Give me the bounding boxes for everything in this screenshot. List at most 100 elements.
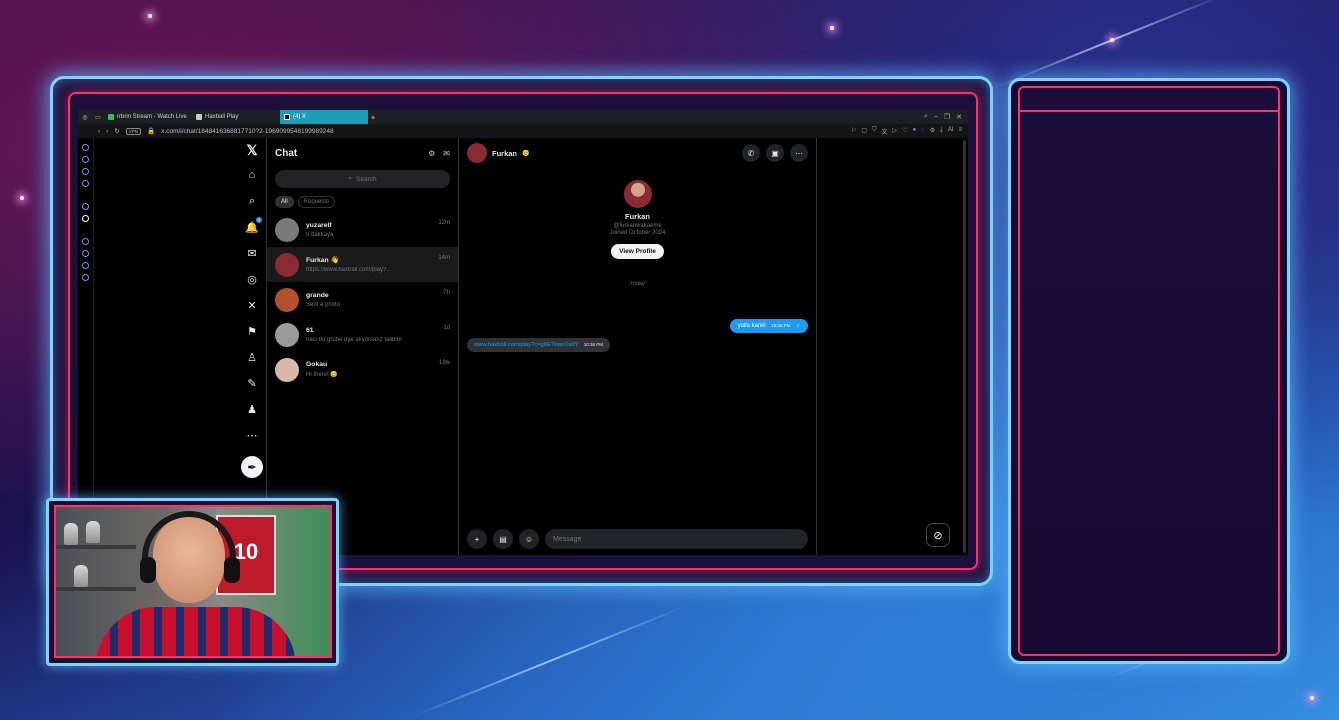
contact-avatar[interactable] [467,143,487,163]
message-outgoing[interactable]: yolla kanki 10:36 PM ✓ [729,319,808,333]
conversation-item[interactable]: grande Sent a photo 7h [267,282,458,317]
background-spark [1110,38,1114,42]
conversation-name: Gokau [306,361,328,368]
browser-menu-icon[interactable]: ◎ [78,114,92,121]
download-icon[interactable]: ⤓ [940,127,943,136]
tab-kick-stream[interactable]: rrbrin Stream - Watch Live [104,110,192,124]
notifications-icon[interactable]: 🔔 4 [239,214,265,240]
verified-emoji-icon: 😊 [522,150,530,157]
search-glyph: ⌕ [248,194,256,207]
snapshot-icon[interactable]: ▢ [861,127,867,136]
extensions-bar: ⚐ ▢ ⛉ 文 ▷ ♡ ● ◌ ⚙ ⤓ AI ≡ [851,127,968,136]
call-icon[interactable]: ✆ [742,144,760,162]
url-field[interactable]: x.com/i/chat/1848416368817710?2-19690995… [161,128,333,135]
message-link[interactable]: www.haxball.com/play?c=g6E7kweXsdY [474,342,578,348]
chat-settings-icon[interactable]: ⚙ [428,149,435,158]
menu-icon[interactable]: ≡ [958,127,962,136]
grok-button-icon[interactable]: ⊘ [926,523,950,547]
conversation-text: grande Sent a photo [306,292,450,308]
tab-x[interactable]: (4) X [280,110,368,124]
sidebar-whatsapp-icon[interactable] [82,168,89,175]
edit-icon[interactable]: ✎ [239,370,265,396]
chat-search-input[interactable]: ⌕ Search [275,170,450,188]
forward-icon[interactable]: › [106,128,108,135]
grok-glyph: ◎ [247,273,257,286]
search-icon[interactable]: ⌕ [239,188,265,214]
filter-requests[interactable]: Requests [297,196,336,208]
sidebar-history-icon[interactable] [82,144,89,151]
home-glyph: ⌂ [248,169,256,181]
grok-icon[interactable]: ◎ [239,266,265,292]
view-profile-button[interactable]: View Profile [611,244,664,259]
conversation-time: 1d [443,325,450,331]
profile-icon[interactable]: ♟ [239,396,265,422]
message-incoming[interactable]: www.haxball.com/play?c=g6E7kweXsdY 10:36… [467,338,611,352]
conversation-text: 61 haci bu grube üye alıyorsanz talibim [306,327,450,343]
search-placeholder: Search [356,175,377,183]
contact-name[interactable]: Furkan [492,149,517,158]
extension-blue-icon[interactable]: ● [913,127,917,136]
new-tab-button[interactable]: + [368,113,378,122]
lock-icon: 🔒 [147,128,156,135]
trophy-shelf [56,587,136,591]
x-logo-icon[interactable]: 𝕏 [239,138,265,162]
shield-icon[interactable]: ⛉ [872,127,877,136]
vpn-badge[interactable]: VPN [125,127,142,135]
back-icon[interactable]: ‹ [98,128,100,135]
translate-icon[interactable]: 文 [882,127,888,136]
profile-handle: @furkanwakaeme [613,223,662,229]
tab-list-icon[interactable]: ▭ [92,114,104,121]
more-icon[interactable]: ⋯ [239,422,265,448]
conversation-item[interactable]: Furkan 👋 https://www.haxball.com/play?...… [267,247,458,282]
emoji-icon[interactable]: ☺ [519,529,539,549]
headset-ear-left [140,557,156,583]
x-premium-icon[interactable]: ✕ [239,292,265,318]
sidebar-player-icon[interactable] [82,238,89,245]
filter-all[interactable]: All [275,196,294,208]
sidebar-x-icon[interactable] [82,215,89,222]
conversation-preview: Hi there! 😊 [306,372,338,378]
video-call-icon[interactable]: ▣ [766,144,784,162]
profile-joined: Joined October 2024 [609,230,666,236]
messages-icon[interactable]: ✉ [239,240,265,266]
ai-button[interactable]: AI [948,127,954,136]
bookmark-icon[interactable]: ⚐ [851,127,856,136]
more-glyph: ⋯ [246,429,258,442]
conversation-item[interactable]: Gokau Hi there! 😊 19w [267,352,458,387]
sidebar-messenger-icon[interactable] [82,180,89,187]
play-icon[interactable]: ▷ [893,127,898,136]
webcam-feed: 10 [54,505,332,658]
gif-icon[interactable]: ▤ [493,529,513,549]
bookmarks-icon[interactable]: ⚑ [239,318,265,344]
messenger-icon[interactable]: ◌ [921,127,925,136]
sidebar-discord-icon[interactable] [82,203,89,210]
reload-icon[interactable]: ↻ [114,127,119,135]
conversation-pane: Furkan 😊 ✆ ▣ ⋯ Furkan @furkanwakaeme Joi… [459,138,817,555]
conversation-item[interactable]: yuzarelf 5 dakkaya 12m [267,212,458,247]
conversation-name: 61 [306,326,314,334]
message-input[interactable] [545,529,808,549]
conversation-item[interactable]: 61 haci bu grube üye alıyorsanz talibim 1d [267,317,458,352]
add-attachment-icon[interactable]: + [467,529,487,549]
search-tabs-icon[interactable]: ⌕ [924,113,928,121]
sidebar-chat-icon[interactable] [82,262,89,269]
maximize-icon[interactable]: ❐ [944,113,950,121]
sidebar-clock-icon[interactable] [82,250,89,257]
communities-icon[interactable]: ♙ [239,344,265,370]
home-icon[interactable]: ⌂ [239,162,265,188]
trophy [64,523,78,545]
new-message-icon[interactable]: ✉ [443,149,450,158]
heart-icon[interactable]: ♡ [902,127,907,136]
minimize-icon[interactable]: – [934,113,938,121]
conversation-text: yuzarelf 5 dakkaya [306,222,450,238]
page-scrollbar[interactable] [963,140,966,553]
more-options-icon[interactable]: ⋯ [790,144,808,162]
sidebar-bookmarks-icon[interactable] [82,156,89,163]
tab-haxball[interactable]: Haxball Play [192,110,280,124]
communities-glyph: ♙ [247,351,257,364]
settings-icon[interactable]: ⚙ [930,127,935,136]
sidebar-settings-icon[interactable] [82,274,89,281]
close-icon[interactable]: ✕ [956,113,962,121]
background-spark [830,26,834,30]
compose-post-button[interactable]: ✒ [241,456,263,478]
